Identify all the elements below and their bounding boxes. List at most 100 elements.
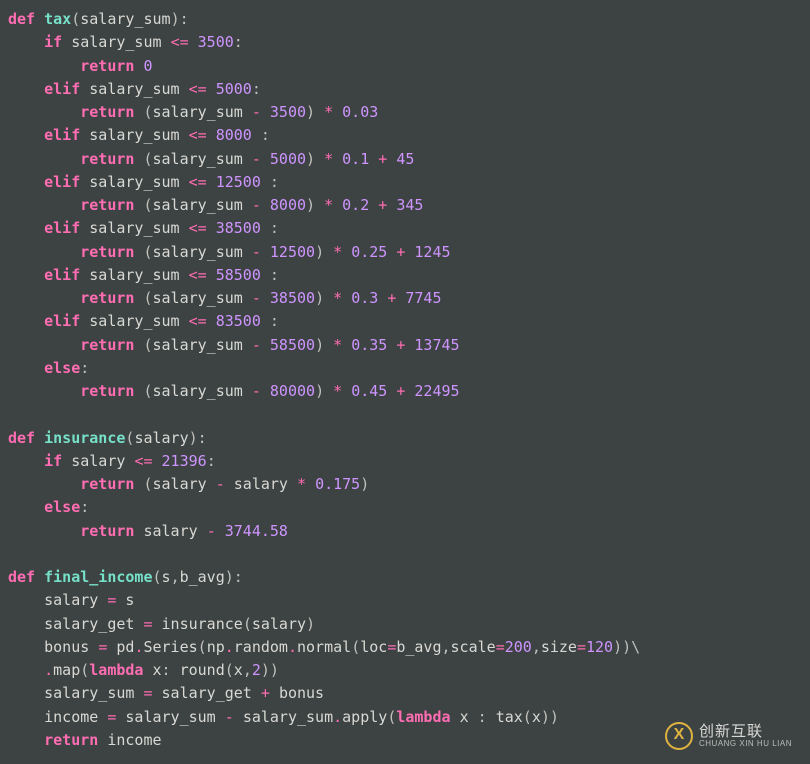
code-token [89,638,98,656]
code-token: ( [134,336,152,354]
code-token [243,243,252,261]
code-token: - [225,708,234,726]
code-token [369,150,378,168]
code-token: = [98,638,107,656]
code-token: ( [134,289,152,307]
code-token [243,336,252,354]
code-token: return [80,103,134,121]
code-token [243,196,252,214]
code-token: x [532,708,541,726]
watermark-cn: 创新互联 [699,724,792,740]
code-token: elif [44,312,80,330]
code-token: apply [342,708,387,726]
code-token: normal [297,638,351,656]
code-token: ( [134,103,152,121]
code-token [387,382,396,400]
code-token: income [44,708,98,726]
code-token: ): [189,429,207,447]
code-token [8,638,44,656]
code-token: elif [44,219,80,237]
code-token: elif [44,126,80,144]
code-token: 7745 [405,289,441,307]
code-token: salary_sum [153,382,243,400]
code-token [8,498,44,516]
code-token [80,126,89,144]
code-token: - [216,475,225,493]
code-token: - [207,522,216,540]
code-token [8,615,44,633]
code-token: salary_sum [89,266,179,284]
code-token [8,708,44,726]
code-token: ) [306,196,324,214]
code-token [207,126,216,144]
code-token: 3744.58 [225,522,288,540]
code-token [180,312,189,330]
code-token [162,33,171,51]
code-token [252,684,261,702]
code-token: return [80,150,134,168]
code-token: 2 [252,661,261,679]
code-token: 0 [143,57,152,75]
code-token [143,661,152,679]
code-token: ) [315,382,333,400]
code-token: salary_sum [153,150,243,168]
code-token: lambda [396,708,450,726]
code-token: scale [451,638,496,656]
code-token: np [207,638,225,656]
code-token: bonus [279,684,324,702]
code-token [342,243,351,261]
code-token [243,289,252,307]
code-token: ) [306,103,324,121]
code-token: 0.3 [351,289,378,307]
code-token [261,243,270,261]
code-token: return [80,57,134,75]
code-token: return [80,522,134,540]
code-token: )) [541,708,559,726]
code-token [378,289,387,307]
code-token [207,475,216,493]
code-token: * [324,196,333,214]
code-token: ( [387,708,396,726]
code-token [8,731,44,749]
code-token: salary_get [44,615,134,633]
code-token: = [496,638,505,656]
code-token: ) [315,336,333,354]
code-token: loc [360,638,387,656]
code-token: <= [189,266,207,284]
code-token: def [8,10,44,28]
code-token [270,684,279,702]
code-token: <= [189,312,207,330]
code-token: if [44,33,62,51]
code-token [8,661,44,679]
code-token: * [333,243,342,261]
code-token: , [532,638,541,656]
code-token: <= [189,126,207,144]
code-token: = [577,638,586,656]
code-token: salary_sum [89,126,179,144]
code-token [8,219,44,237]
code-token: return [80,196,134,214]
code-token [207,312,216,330]
code-token: def [8,568,44,586]
code-token [333,150,342,168]
code-token: 38500 [270,289,315,307]
code-token: = [143,615,152,633]
code-token: <= [189,173,207,191]
code-token: salary_sum [89,219,179,237]
code-token: else [44,498,80,516]
code-token [261,336,270,354]
code-token [98,708,107,726]
code-token: 80000 [270,382,315,400]
code-token: 345 [396,196,423,214]
code-token [342,382,351,400]
code-token [8,591,44,609]
brand-logo-icon [665,722,693,750]
code-token [387,336,396,354]
code-token [80,219,89,237]
code-token: pd [116,638,134,656]
code-token [180,126,189,144]
code-token [387,243,396,261]
code-token: tax [44,10,71,28]
code-token: * [333,382,342,400]
code-token: <= [134,452,152,470]
